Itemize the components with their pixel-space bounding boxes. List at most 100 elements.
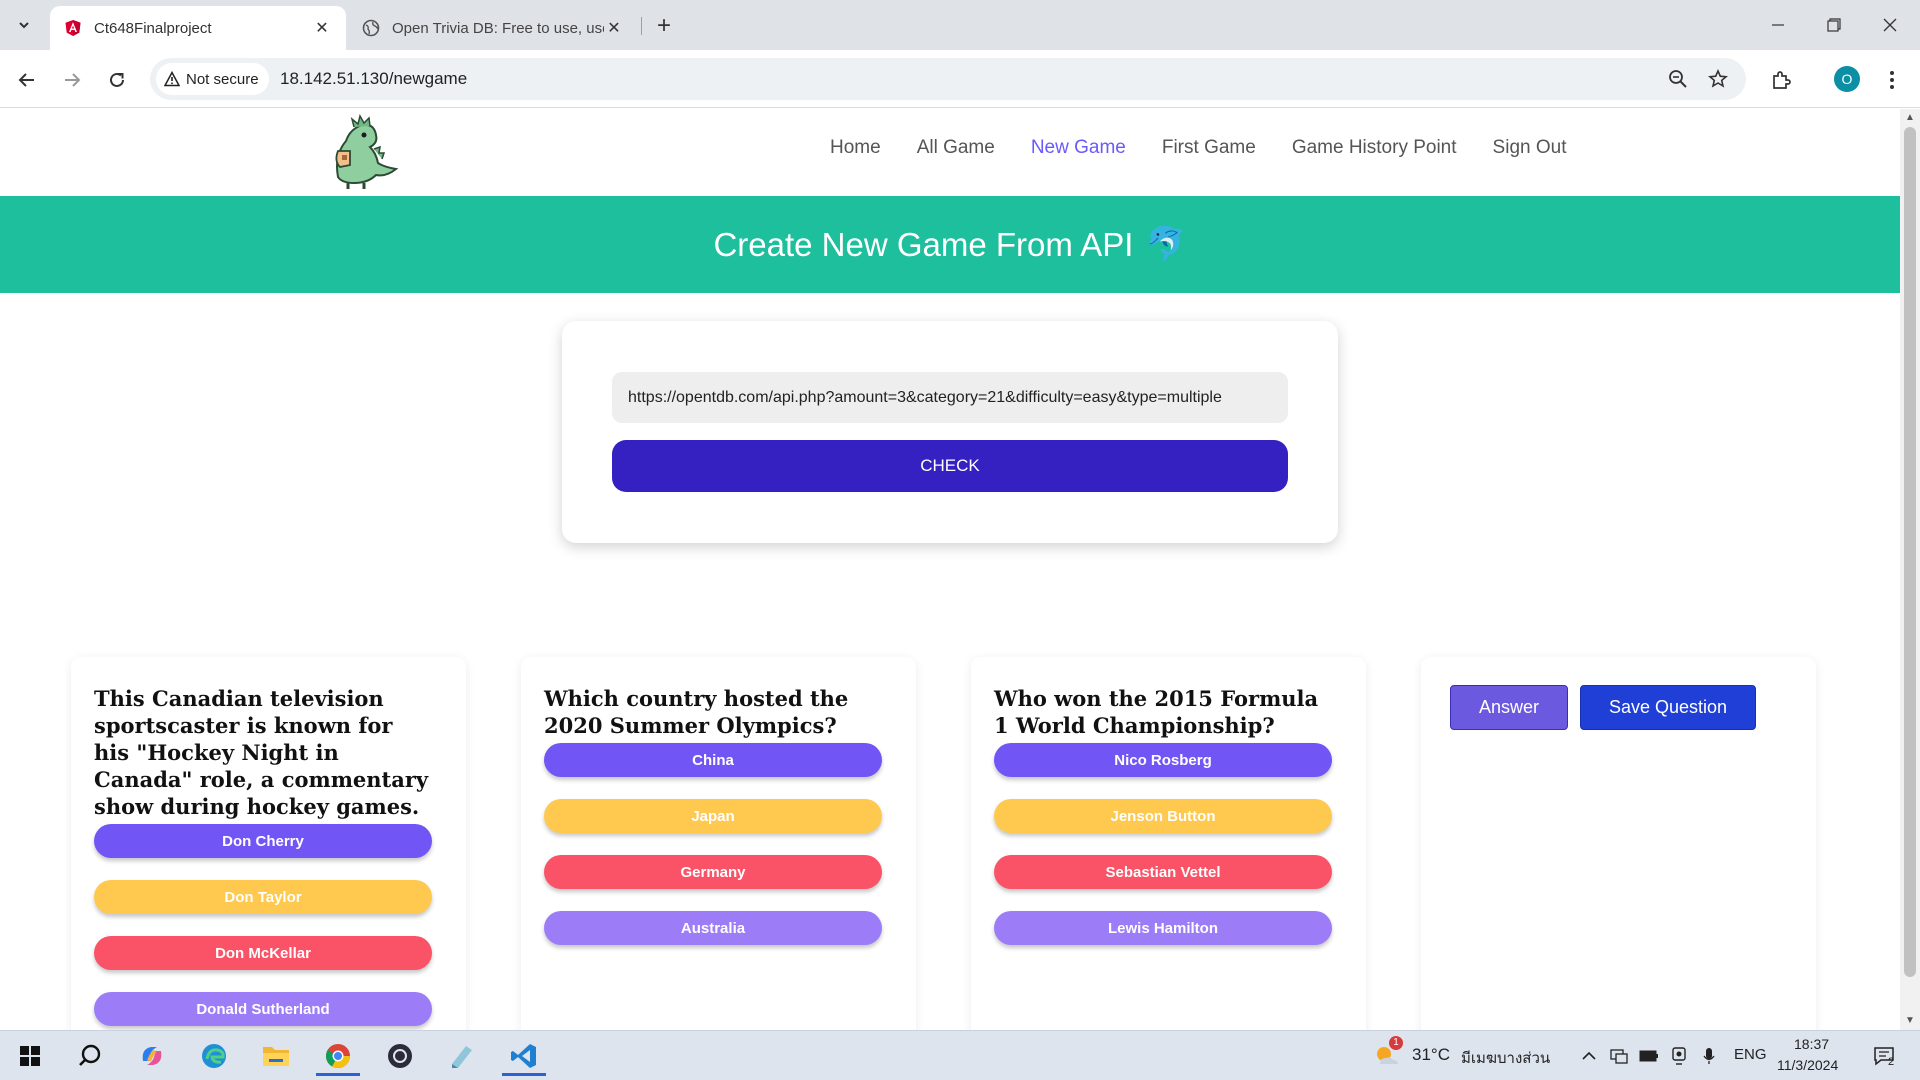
reload-button[interactable] xyxy=(101,64,133,96)
bookmark-button[interactable] xyxy=(1706,67,1730,91)
minimize-icon xyxy=(1772,24,1784,26)
dolphin-emoji-icon: 🐬 xyxy=(1145,225,1187,262)
more-vertical-icon xyxy=(1890,71,1894,89)
notepad-icon xyxy=(452,1046,472,1068)
microphone-tray-icon[interactable] xyxy=(1696,1036,1722,1076)
tab-ct648finalproject[interactable]: Ct648Finalproject ✕ xyxy=(50,6,346,50)
answer-option[interactable]: Don Taylor xyxy=(94,880,432,914)
chrome-app[interactable] xyxy=(316,1036,360,1076)
save-question-button[interactable]: Save Question xyxy=(1580,685,1756,730)
nav-all-game[interactable]: All Game xyxy=(917,137,995,159)
chrome-icon xyxy=(325,1044,350,1069)
tab-open-trivia-db[interactable]: Open Trivia DB: Free to use, use ✕ xyxy=(348,6,638,50)
clock-date[interactable]: 11/3/2024 xyxy=(1777,1057,1838,1073)
start-button[interactable] xyxy=(8,1036,52,1076)
input-language[interactable]: ENG xyxy=(1734,1046,1767,1063)
api-form-card: CHECK xyxy=(562,321,1338,543)
camera-tray-icon[interactable] xyxy=(1666,1036,1692,1076)
clock-time[interactable]: 18:37 xyxy=(1794,1036,1829,1052)
chevron-up-icon xyxy=(1582,1051,1596,1060)
angular-favicon-icon xyxy=(65,20,81,36)
minimize-button[interactable] xyxy=(1750,0,1806,50)
answer-button[interactable]: Answer xyxy=(1450,685,1568,730)
windows-taskbar: 1 31°C มีเมฆบางส่วน ENG 18:37 11/3/2024 … xyxy=(0,1030,1920,1080)
weather-temperature[interactable]: 31°C xyxy=(1412,1045,1450,1065)
extensions-button[interactable] xyxy=(1765,64,1797,96)
check-button[interactable]: CHECK xyxy=(612,440,1288,492)
back-button[interactable] xyxy=(11,64,43,96)
battery-icon xyxy=(1639,1050,1658,1062)
network-tray-icon[interactable] xyxy=(1606,1036,1632,1076)
answer-option[interactable]: Don Cherry xyxy=(94,824,432,858)
nav-first-game[interactable]: First Game xyxy=(1162,137,1256,159)
question-text: This Canadian television sportscaster is… xyxy=(94,686,429,819)
close-tab-icon[interactable]: ✕ xyxy=(604,18,624,38)
answer-option[interactable]: China xyxy=(544,743,882,777)
microphone-icon xyxy=(1703,1048,1715,1064)
dinosaur-logo-icon[interactable] xyxy=(324,111,404,191)
scroll-up-arrow-icon[interactable]: ▲ xyxy=(1905,112,1915,123)
answer-option[interactable]: Germany xyxy=(544,855,882,889)
copilot-app[interactable] xyxy=(130,1036,174,1076)
obs-app[interactable] xyxy=(378,1036,422,1076)
address-bar[interactable]: Not secure 18.142.51.130/newgame xyxy=(150,58,1746,100)
star-icon xyxy=(1708,69,1728,88)
folder-icon xyxy=(263,1047,289,1066)
nav-game-history-point[interactable]: Game History Point xyxy=(1292,137,1457,159)
close-window-button[interactable] xyxy=(1862,0,1918,50)
weather-widget-icon[interactable]: 1 xyxy=(1369,1036,1405,1076)
forward-button[interactable] xyxy=(56,64,88,96)
restore-button[interactable] xyxy=(1806,0,1862,50)
search-taskbar-button[interactable] xyxy=(68,1036,112,1076)
weather-description[interactable]: มีเมฆบางส่วน xyxy=(1461,1046,1550,1070)
answer-option[interactable]: Sebastian Vettel xyxy=(994,855,1332,889)
nav-new-game[interactable]: New Game xyxy=(1031,137,1126,159)
page-title: Create New Game From API xyxy=(713,225,1134,263)
windows-logo-icon xyxy=(20,1046,40,1066)
puzzle-piece-icon xyxy=(1773,71,1791,89)
edge-app[interactable] xyxy=(192,1036,236,1076)
nav-sign-out[interactable]: Sign Out xyxy=(1493,137,1567,159)
notes-app[interactable] xyxy=(440,1036,484,1076)
answer-option[interactable]: Jenson Button xyxy=(994,799,1332,833)
file-explorer-app[interactable] xyxy=(254,1036,298,1076)
answer-option[interactable]: Japan xyxy=(544,799,882,833)
question-card: Which country hosted the 2020 Summer Oly… xyxy=(521,657,916,1030)
tab-search-button[interactable] xyxy=(10,12,38,38)
notification-center-button[interactable]: 2 xyxy=(1864,1036,1904,1076)
close-tab-icon[interactable]: ✕ xyxy=(312,18,332,38)
api-url-input[interactable] xyxy=(612,372,1288,423)
vscode-app[interactable] xyxy=(502,1036,546,1076)
scroll-thumb[interactable] xyxy=(1904,127,1916,977)
vscode-icon xyxy=(511,1044,536,1068)
answer-option[interactable]: Don McKellar xyxy=(94,936,432,970)
webcam-icon xyxy=(1672,1047,1686,1065)
answer-option[interactable]: Donald Sutherland xyxy=(94,992,432,1026)
profile-avatar[interactable]: O xyxy=(1834,66,1860,92)
search-icon xyxy=(79,1044,101,1066)
site-navbar: Home All Game New Game First Game Game H… xyxy=(0,109,1900,196)
answer-option[interactable]: Nico Rosberg xyxy=(994,743,1332,777)
nav-links: Home All Game New Game First Game Game H… xyxy=(830,137,1566,159)
scroll-down-arrow-icon[interactable]: ▼ xyxy=(1905,1015,1915,1026)
show-hidden-icons-button[interactable] xyxy=(1576,1036,1602,1076)
arrow-right-icon xyxy=(65,73,81,87)
question-card: This Canadian television sportscaster is… xyxy=(71,657,466,1030)
browser-toolbar: Not secure 18.142.51.130/newgame O xyxy=(0,50,1920,108)
answer-option[interactable]: Lewis Hamilton xyxy=(994,911,1332,945)
new-tab-button[interactable]: + xyxy=(650,12,678,40)
restore-icon xyxy=(1827,18,1841,32)
browser-tab-strip: Ct648Finalproject ✕ Open Trivia DB: Free… xyxy=(0,0,1920,50)
nav-home[interactable]: Home xyxy=(830,137,881,159)
page-scrollbar[interactable]: ▲ ▼ xyxy=(1900,109,1920,1030)
edge-browser-icon xyxy=(202,1044,226,1068)
security-label: Not secure xyxy=(186,70,259,88)
warning-triangle-icon xyxy=(164,71,180,87)
battery-tray-icon[interactable] xyxy=(1636,1036,1662,1076)
zoom-button[interactable] xyxy=(1666,67,1690,91)
answer-option[interactable]: Australia xyxy=(544,911,882,945)
security-chip[interactable]: Not secure xyxy=(156,63,269,95)
url-text[interactable]: 18.142.51.130/newgame xyxy=(280,69,467,89)
browser-menu-button[interactable] xyxy=(1876,64,1908,96)
page-viewport: Home All Game New Game First Game Game H… xyxy=(0,109,1900,1030)
